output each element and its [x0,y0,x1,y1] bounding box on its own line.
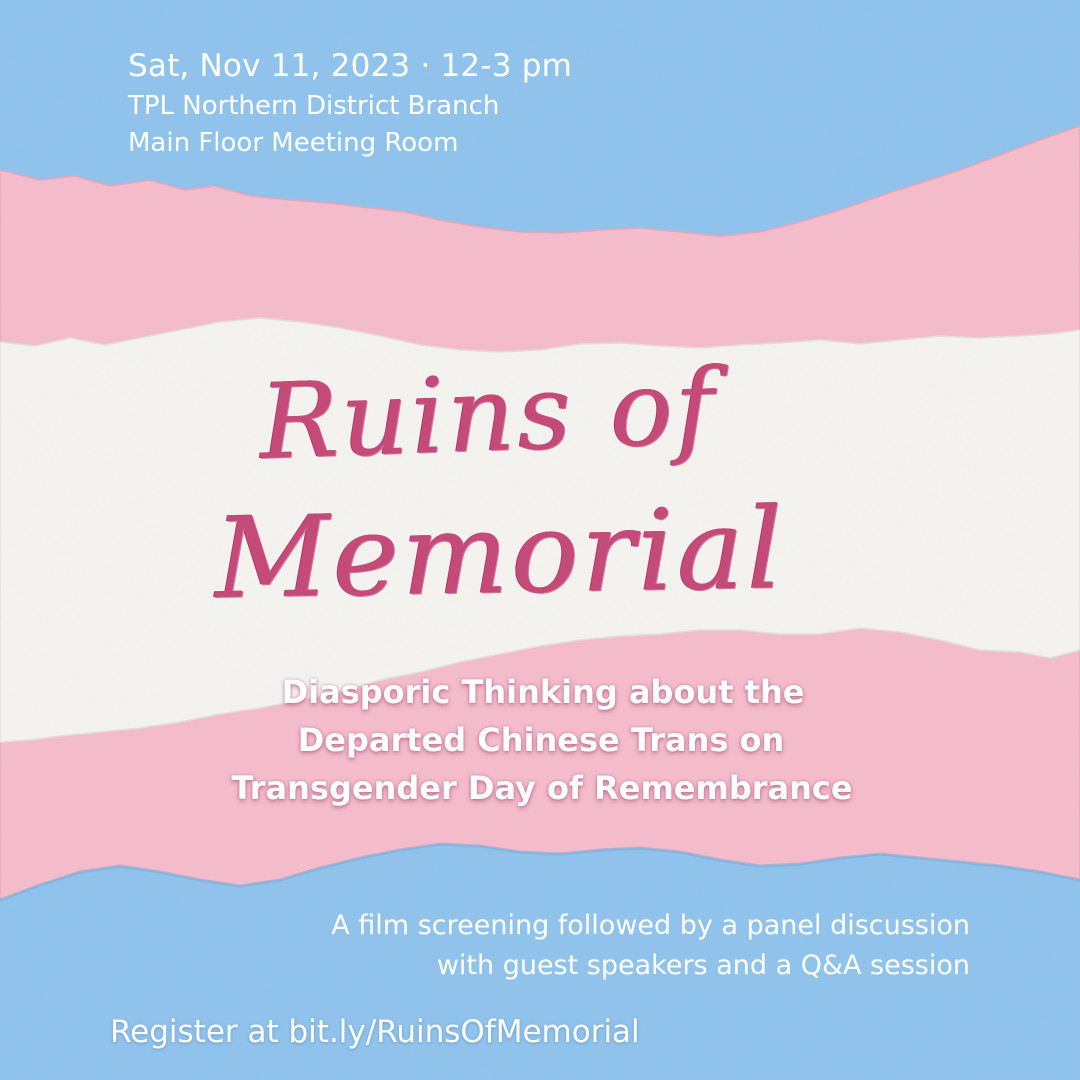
event-info: Sat, Nov 11, 2023 · 12-3 pm TPL Northern… [128,44,572,162]
registration-link[interactable]: Register at bit.ly/RuinsOfMemorial [110,1010,640,1054]
event-date-time: Sat, Nov 11, 2023 · 12-3 pm [128,48,572,84]
event-room: Main Floor Meeting Room [128,128,459,158]
event-details: A film screening followed by a panel dis… [331,906,970,986]
title-line-2: Memorial [213,484,787,624]
details-line-1: A film screening followed by a panel dis… [331,910,970,941]
subtitle-line-3: Transgender Day of Remembrance [231,769,853,807]
title-line-1: Ruins of [258,345,720,483]
subtitle-line-1: Diasporic Thinking about the [281,673,805,711]
details-line-2: with guest speakers and a Q&A session [436,950,970,981]
event-venue: TPL Northern District Branch [128,91,500,121]
subtitle: Diasporic Thinking about the Departed Ch… [0,668,1080,812]
poster: Sat, Nov 11, 2023 · 12-3 pm TPL Northern… [0,0,1080,1080]
subtitle-line-2: Departed Chinese Trans on [297,721,785,759]
